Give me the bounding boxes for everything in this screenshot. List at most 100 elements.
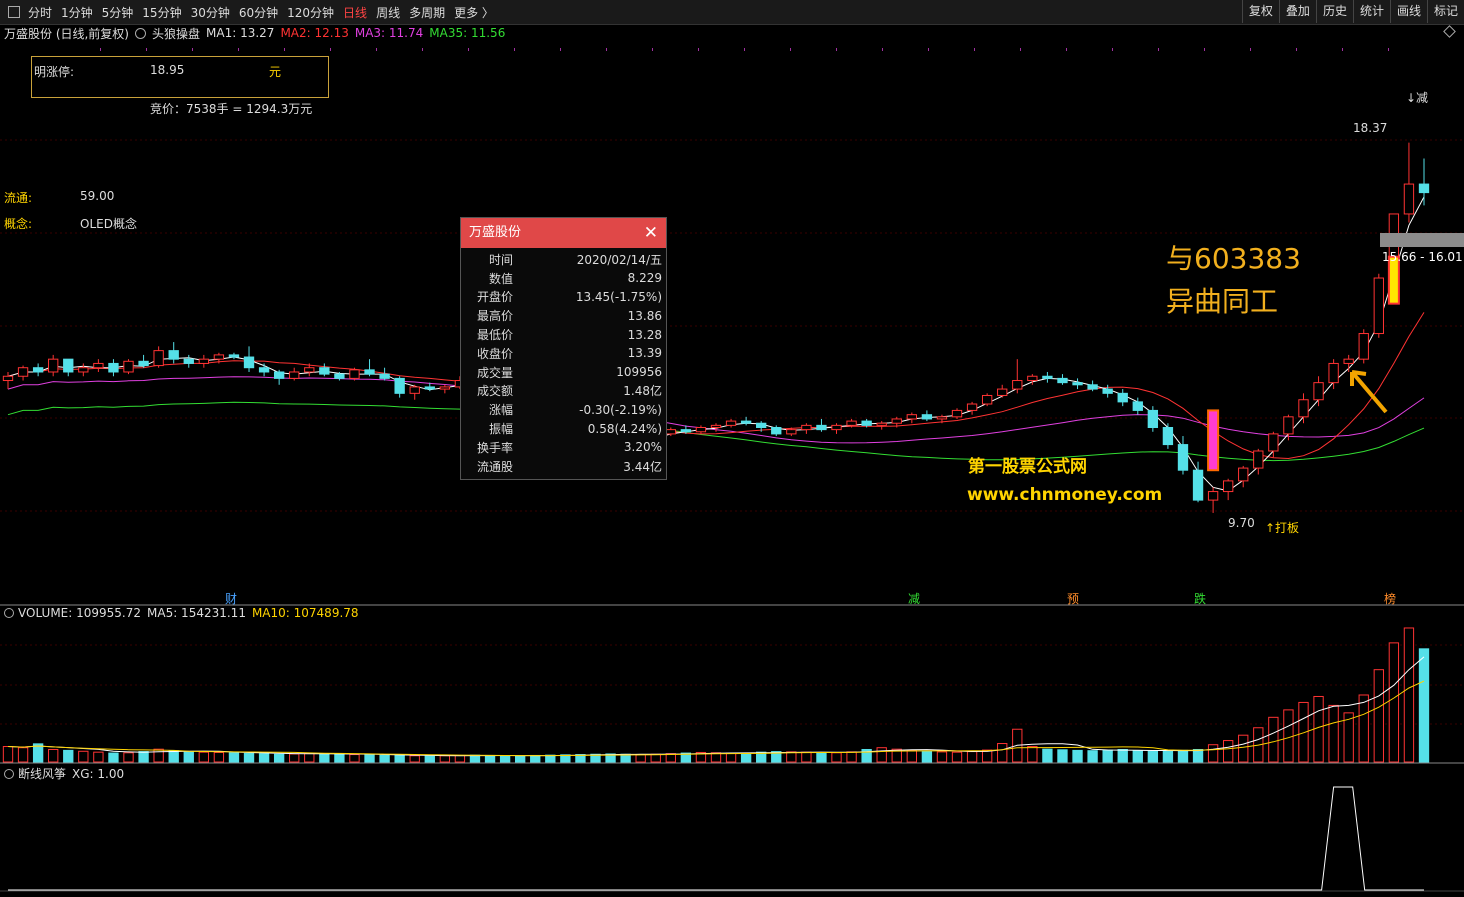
top-tick [790,48,791,51]
tooltip-value: 13.28 [627,327,662,342]
candle-body [816,424,827,431]
candle-body [1177,444,1189,471]
tooltip-key: 涨幅 [488,403,513,418]
limit-up-unit: 元 [269,65,282,79]
tooltip-value: 0.58(4.24%) [587,421,662,436]
volume-bar [258,753,270,763]
volume-bar [1388,642,1400,763]
volume-bar [801,751,812,763]
tooltip-value: -0.30(-2.19%) [579,402,662,417]
candle-body [32,367,44,373]
kline-chart[interactable] [0,0,1464,897]
candle-body [831,424,842,431]
auction-info: 竞价：7538手 = 1294.3万元 [150,102,313,116]
tooltip-title: 万盛股份 [469,225,522,240]
volume-bar [153,748,164,763]
tooltip-value: 1.48亿 [623,384,662,399]
panel-settings-icon[interactable] [4,608,14,618]
volume-bar [78,750,89,763]
top-tick [330,48,331,51]
event-marker-die[interactable]: 跌 [1194,590,1206,607]
top-tick [1020,48,1021,51]
volume-bar [1102,749,1113,763]
xg-indicator-name[interactable]: 断线风筝 [18,765,66,782]
volume-bar [63,749,74,763]
watermark-url: www.chnmoney.com [967,485,1163,505]
candle-body [1162,427,1174,446]
volume-bar [2,746,14,763]
annotation-line1: 与603383 [1166,242,1301,275]
candle-body [1313,382,1324,401]
top-tick [284,48,285,51]
candle-body [108,362,119,373]
tooltip-key: 时间 [488,252,513,267]
tooltip-row: 最高价 13.86 [461,306,666,325]
candle-body [756,422,767,428]
volume-bar [138,751,149,763]
volume-bar [334,753,345,763]
candle-body [1238,467,1249,482]
volume-bar [1027,746,1038,763]
volume-bar [304,752,315,763]
event-marker-bang[interactable]: 榜 [1384,590,1396,607]
event-marker-jian[interactable]: 减 [908,590,920,607]
volume-bar [966,751,978,763]
candle-body [936,416,948,420]
volume-bar [1087,750,1098,763]
volume-bar [454,754,466,763]
data-tooltip-window[interactable]: 万盛股份 ✕ 时间 2020/02/14/五 数值 8.229 开盘价 13.45(-1.… [460,217,667,480]
panel-settings-icon[interactable] [4,768,14,779]
tooltip-table: 时间 2020/02/14/五 数值 8.229 开盘价 13.45(-1.75%) 最高价… [461,250,666,476]
top-tick [238,48,239,51]
top-tick [1250,48,1251,51]
event-marker-cai[interactable]: 财 [225,590,237,607]
tooltip-key: 成交量 [476,365,513,380]
candle-body [1192,469,1204,501]
candle-body [1117,392,1128,403]
volume-bar [1223,740,1234,763]
candle-body [1072,382,1083,386]
volume-bar [1403,627,1415,763]
tooltip-key: 最低价 [476,328,513,343]
top-tick [560,48,561,51]
tooltip-row: 成交量 109956 [461,363,666,382]
tooltip-title-bar[interactable]: 万盛股份 ✕ [461,218,666,248]
candle-body [183,358,194,364]
tooltip-row: 最低价 13.28 [461,325,666,344]
tooltip-value: 3.20% [623,440,662,455]
close-icon[interactable]: ✕ [644,218,658,248]
volume-ma5-line [7,656,1425,757]
tooltip-key: 最高价 [476,309,513,324]
tooltip-row: 数值 8.229 [461,269,666,288]
volume-bar [123,752,134,763]
top-tick [514,48,515,51]
volume-bar [831,752,842,763]
tooltip-value: 13.39 [627,346,662,361]
volume-bar [379,754,390,763]
candle-body [1132,401,1143,411]
candle-body [1223,480,1234,493]
volume-bar [816,751,827,763]
volume-bar [198,751,209,763]
candle-body [198,358,209,364]
volume-bar [243,752,255,763]
volume-bar [1298,701,1309,763]
event-marker-yu[interactable]: 预 [1067,590,1079,607]
tooltip-value: 8.229 [627,271,662,286]
tooltip-key: 开盘价 [476,290,513,305]
volume-bar [364,754,375,763]
volume-bar [1313,695,1324,763]
top-tick [882,48,883,51]
candle-body [2,375,14,382]
candle-body [1027,375,1038,382]
candle-body [680,429,692,433]
volume-panel-title: VOLUME: 109955.72 MA5: 154231.11 MA10: 1… [4,606,365,620]
top-tick [698,48,699,51]
tooltip-row: 换手率 3.20% [461,438,666,457]
volume-bar [1238,734,1249,763]
volume-bar [349,754,360,763]
volume-bar [424,755,435,763]
top-tick [606,48,607,51]
candle-body [1207,491,1219,501]
candle-body [379,373,390,379]
